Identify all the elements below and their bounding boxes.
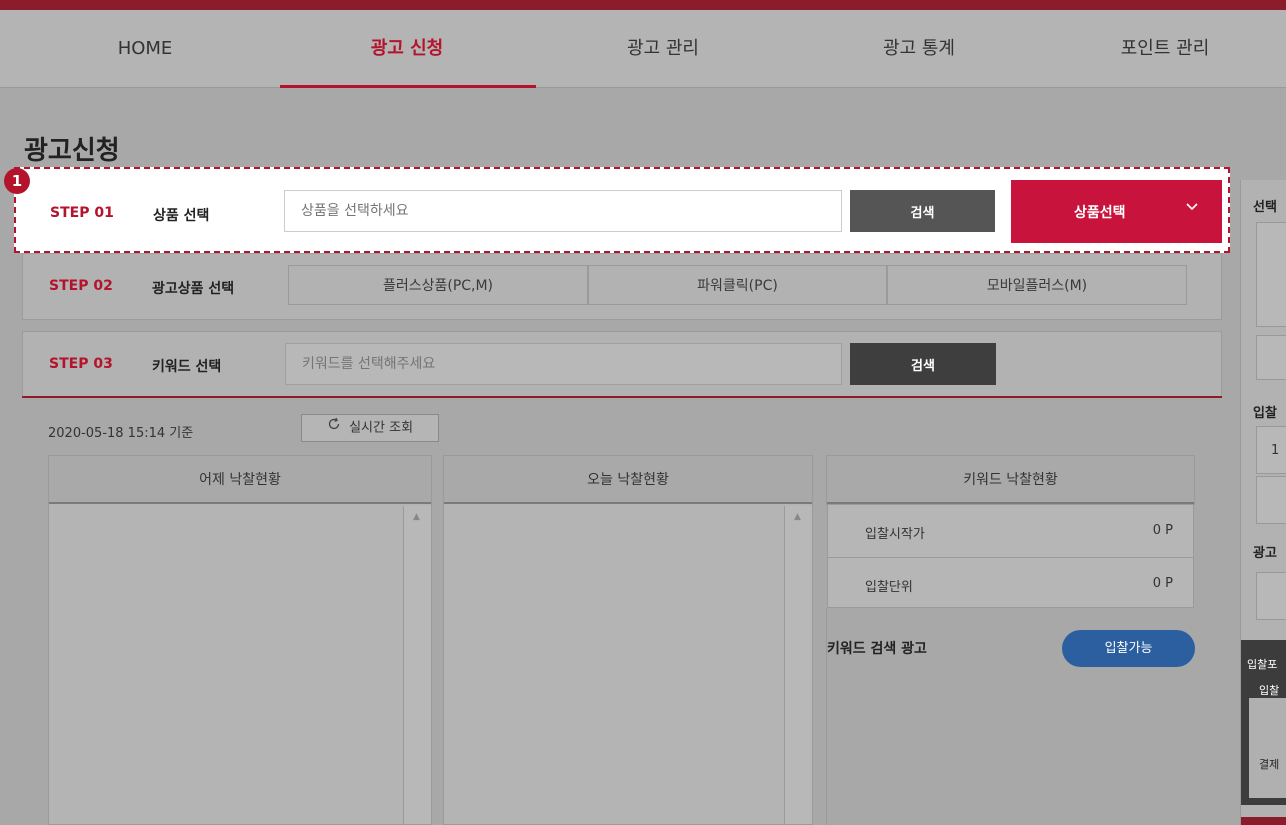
nav-item-ad-manage[interactable]: 광고 관리 (578, 10, 748, 88)
page-title: 광고신청 (24, 136, 120, 166)
bid-unit-label: 입찰단위 (865, 580, 913, 595)
step3-divider (22, 396, 1222, 398)
active-tab-indicator (280, 85, 536, 88)
product-select-label: 상품선택 (1074, 205, 1126, 221)
realtime-refresh-button[interactable]: 실시간 조회 (301, 414, 439, 442)
today-panel-header: 오늘 낙찰현황 (444, 456, 812, 504)
keyword-ad-label: 키워드 검색 광고 (827, 641, 927, 657)
side-dark-title: 입찰포 (1247, 658, 1278, 671)
scroll-up-icon[interactable]: ▲ (413, 512, 420, 522)
scroll-up-icon[interactable]: ▲ (794, 512, 801, 522)
side-box (1256, 476, 1286, 524)
scrollbar[interactable]: ▲ (784, 506, 812, 824)
side-box (1256, 335, 1286, 380)
option-mobile-plus[interactable]: 모바일플러스(M) (887, 265, 1187, 305)
side-dark-pay: 결제 (1259, 758, 1280, 771)
step2-title: 광고상품 선택 (152, 281, 235, 297)
side-box (1256, 572, 1286, 620)
keyword-bid-panel: 키워드 낙찰현황 (826, 455, 1195, 505)
chevron-down-icon (1186, 200, 1198, 214)
keyword-search-button[interactable]: 검색 (850, 343, 996, 385)
keyword-bid-table: 입찰시작가 0 P 입찰단위 0 P (827, 504, 1194, 608)
side-ad-label: 광고 (1253, 546, 1277, 561)
top-accent-bar (0, 0, 1286, 10)
side-box-value: 1 (1271, 443, 1280, 458)
table-row: 입찰단위 0 P (828, 557, 1193, 609)
product-search-button[interactable]: 검색 (850, 190, 995, 232)
option-plus-product[interactable]: 플러스상품(PC,M) (288, 265, 588, 305)
side-summary-panel: 선택 입찰 1 광고 입찰포 입찰 결제 (1240, 180, 1286, 825)
nav-item-points[interactable]: 포인트 관리 (1080, 10, 1250, 88)
refresh-icon (327, 415, 341, 441)
keyword-panel-header: 키워드 낙찰현황 (827, 456, 1194, 504)
step1-label: STEP 01 (50, 205, 114, 221)
step2-label: STEP 02 (49, 278, 113, 294)
nav-item-ad-apply[interactable]: 광고 신청 (322, 10, 492, 88)
refresh-label: 실시간 조회 (349, 420, 414, 436)
nav-item-home[interactable]: HOME (60, 10, 230, 88)
status-timestamp: 2020-05-18 15:14 기준 (48, 426, 194, 441)
bid-start-label: 입찰시작가 (865, 527, 925, 542)
product-select-button[interactable]: 상품선택 (1011, 180, 1222, 243)
yesterday-panel-header: 어제 낙찰현황 (49, 456, 431, 504)
side-select-label: 선택 (1253, 200, 1277, 215)
product-search-input[interactable] (284, 190, 842, 232)
side-dark-sub: 입찰 (1259, 684, 1280, 697)
main-nav: HOME 광고 신청 광고 관리 광고 통계 포인트 관리 (0, 10, 1286, 88)
side-dark-inner: 결제 (1249, 698, 1286, 798)
nav-item-ad-stats[interactable]: 광고 통계 (834, 10, 1004, 88)
side-box (1256, 222, 1286, 327)
side-box: 1 (1256, 426, 1286, 474)
callout-badge: 1 (4, 168, 30, 194)
step1-title: 상품 선택 (153, 208, 210, 224)
keyword-search-input[interactable] (285, 343, 842, 385)
side-red-bar (1241, 817, 1286, 825)
yesterday-bid-panel: 어제 낙찰현황 ▲ (48, 455, 432, 825)
today-bid-panel: 오늘 낙찰현황 ▲ (443, 455, 813, 825)
step3-label: STEP 03 (49, 356, 113, 372)
scrollbar[interactable]: ▲ (403, 506, 431, 824)
bid-start-value: 0 P (1152, 523, 1173, 538)
step1-row: STEP 01 상품 선택 검색 상품선택 (14, 167, 1230, 253)
side-bid-label: 입찰 (1253, 406, 1277, 421)
side-payment-box: 입찰포 입찰 결제 (1241, 640, 1286, 805)
step3-title: 키워드 선택 (152, 359, 222, 375)
bid-unit-value: 0 P (1152, 576, 1173, 591)
option-power-click[interactable]: 파워클릭(PC) (588, 265, 887, 305)
table-row: 입찰시작가 0 P (828, 505, 1193, 557)
bid-available-button[interactable]: 입찰가능 (1062, 630, 1195, 667)
